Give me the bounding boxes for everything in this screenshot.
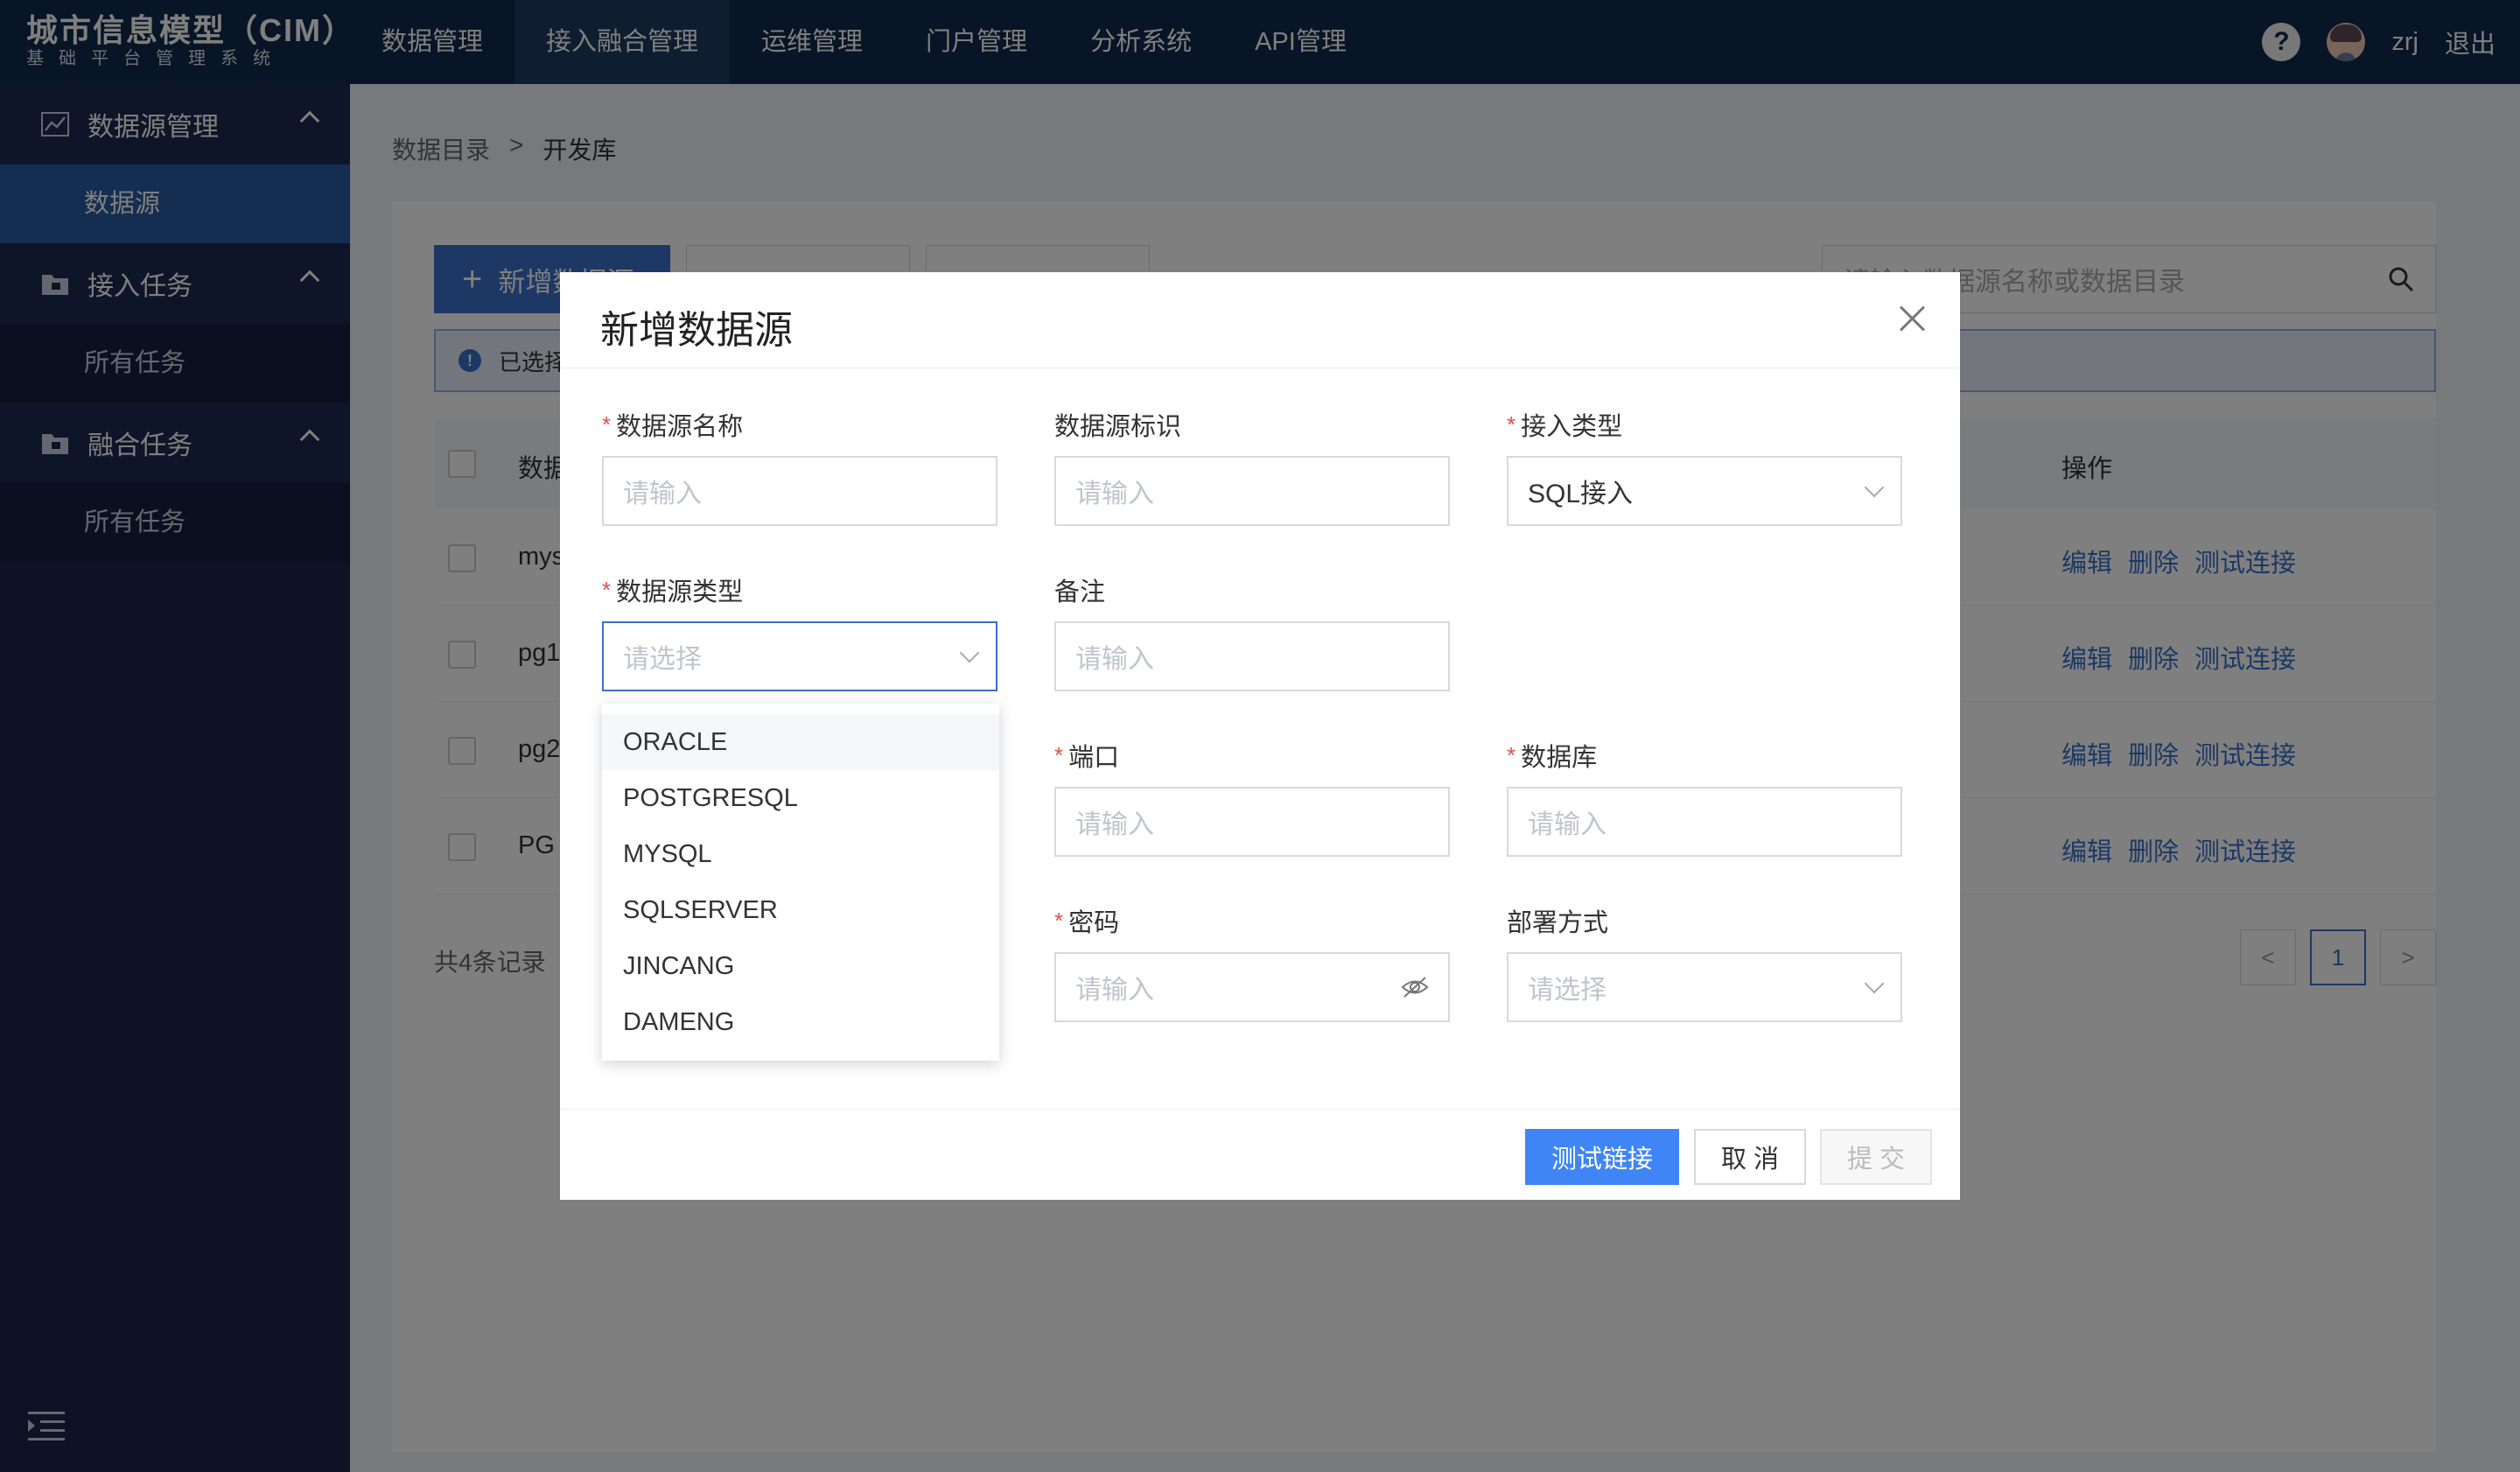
option-mysql[interactable]: MYSQL: [602, 826, 999, 882]
test-connection-button[interactable]: 测试链接: [1525, 1129, 1679, 1185]
password-input[interactable]: 请输入: [1054, 952, 1450, 1022]
submit-button[interactable]: 提 交: [1820, 1129, 1932, 1185]
required-mark: *: [602, 410, 612, 438]
cancel-button[interactable]: 取 消: [1694, 1129, 1806, 1185]
field-remark: 备注 请输入: [1054, 572, 1450, 691]
add-datasource-dialog: 新增数据源 * 数据源名称 请输入 数据源标识 请输入 * 接入类型 SQL接入 *…: [560, 272, 1960, 1200]
port-input[interactable]: 请输入: [1054, 787, 1450, 857]
access-type-label: 接入类型: [1521, 413, 1623, 441]
field-port: * 端口 请输入: [1054, 738, 1450, 857]
placeholder: 请选择: [623, 645, 702, 674]
required-mark: *: [1054, 741, 1064, 768]
placeholder: 请输入: [1075, 810, 1154, 839]
datasource-name-label: 数据源名称: [616, 413, 744, 441]
field-datasource-ident: 数据源标识 请输入: [1054, 407, 1450, 526]
eye-off-icon[interactable]: [1401, 976, 1429, 999]
required-mark: *: [1507, 410, 1516, 438]
datasource-type-dropdown: ORACLE POSTGRESQL MYSQL SQLSERVER JINCAN…: [602, 704, 999, 1061]
port-label: 端口: [1068, 744, 1120, 772]
access-type-select[interactable]: SQL接入: [1507, 456, 1902, 526]
dialog-title: 新增数据源: [600, 309, 793, 352]
required-mark: *: [602, 576, 612, 603]
placeholder: 请输入: [623, 480, 702, 508]
placeholder: 请输入: [1075, 480, 1154, 508]
field-deploy-mode: 部署方式 请选择: [1507, 903, 1902, 1022]
datasource-type-label: 数据源类型: [616, 578, 744, 606]
field-datasource-type: * 数据源类型 请选择: [602, 572, 998, 691]
deploy-mode-select[interactable]: 请选择: [1507, 952, 1902, 1022]
datasource-type-select[interactable]: 请选择: [602, 621, 998, 691]
option-dameng[interactable]: DAMENG: [602, 994, 999, 1050]
datasource-ident-label: 数据源标识: [1054, 413, 1182, 441]
placeholder: 请输入: [1075, 645, 1154, 674]
field-password: * 密码 请输入: [1054, 903, 1450, 1022]
placeholder: 请选择: [1528, 976, 1606, 1005]
database-label: 数据库: [1521, 744, 1598, 772]
remark-input[interactable]: 请输入: [1054, 621, 1450, 691]
field-datasource-name: * 数据源名称 请输入: [602, 407, 998, 526]
option-postgresql[interactable]: POSTGRESQL: [602, 770, 999, 826]
deploy-mode-label: 部署方式: [1507, 909, 1609, 937]
database-input[interactable]: 请输入: [1507, 787, 1902, 857]
selected-value: SQL接入: [1528, 480, 1634, 508]
password-label: 密码: [1068, 909, 1120, 937]
chevron-down-icon: [959, 642, 980, 663]
datasource-ident-input[interactable]: 请输入: [1054, 456, 1450, 526]
option-oracle[interactable]: ORACLE: [602, 714, 999, 770]
datasource-name-input[interactable]: 请输入: [602, 456, 998, 526]
chevron-down-icon: [1864, 477, 1885, 498]
field-access-type: * 接入类型 SQL接入: [1507, 407, 1902, 526]
placeholder: 请输入: [1075, 976, 1154, 1005]
dialog-header: 新增数据源: [560, 272, 1960, 368]
field-database: * 数据库 请输入: [1507, 738, 1902, 857]
placeholder: 请输入: [1528, 810, 1606, 839]
option-sqlserver[interactable]: SQLSERVER: [602, 882, 999, 938]
dialog-footer: 测试链接 取 消 提 交: [560, 1109, 1960, 1200]
required-mark: *: [1507, 741, 1516, 768]
close-icon[interactable]: [1899, 305, 1925, 332]
option-jincang[interactable]: JINCANG: [602, 938, 999, 994]
required-mark: *: [1054, 907, 1064, 934]
chevron-down-icon: [1864, 973, 1885, 994]
remark-label: 备注: [1054, 578, 1106, 606]
